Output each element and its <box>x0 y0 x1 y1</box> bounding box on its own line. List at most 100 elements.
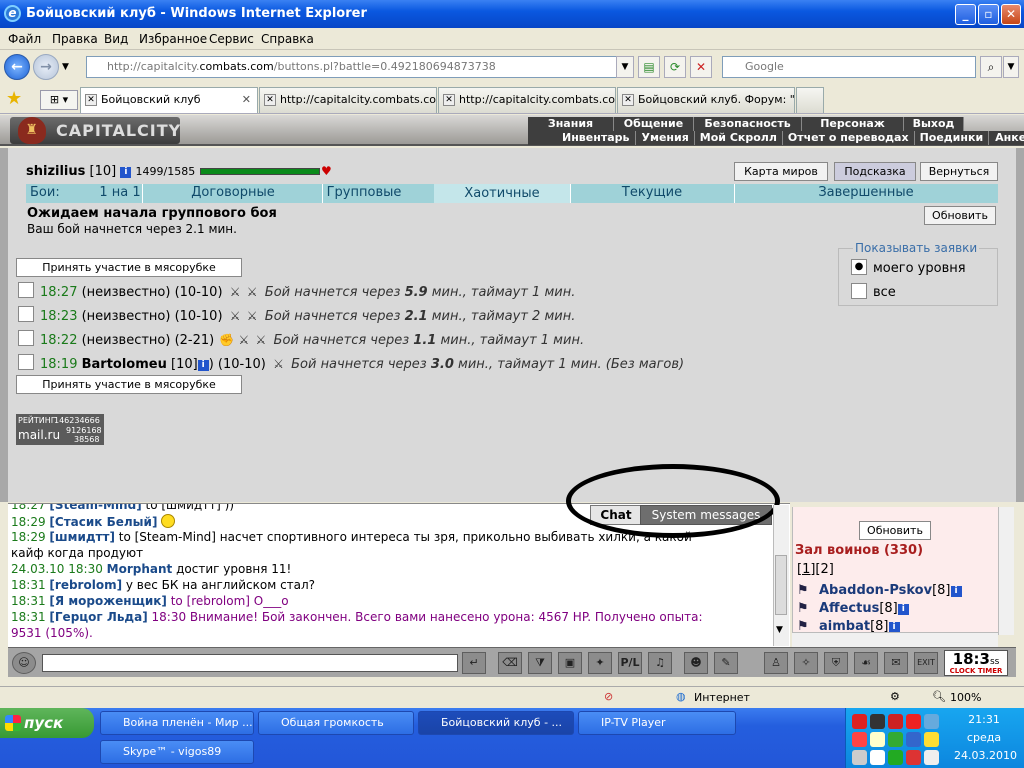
new-tab-button[interactable] <box>796 87 824 113</box>
chat-scroll-thumb[interactable] <box>775 555 787 615</box>
menu-view[interactable]: Вид <box>104 32 128 46</box>
task-fight-club[interactable]: Бойцовский клуб - ... <box>418 711 574 735</box>
zoom-icon[interactable]: 🔍︎ <box>932 690 946 703</box>
user-name[interactable]: shizilius <box>26 164 85 179</box>
tray-icon[interactable] <box>924 714 939 729</box>
nav-profile[interactable]: Анкета <box>989 131 1024 145</box>
player-row[interactable]: ⚑ Affectus[8] i <box>797 601 909 616</box>
nav-security[interactable]: Безопасность <box>694 117 802 131</box>
tray-icon[interactable] <box>888 732 903 747</box>
scroll-icon[interactable]: ✧ <box>794 652 818 674</box>
speak-icon[interactable]: ☺ <box>12 652 36 674</box>
battle-radio[interactable] <box>18 306 34 322</box>
tray-icon[interactable] <box>852 732 867 747</box>
translit-icon[interactable]: ✎ <box>714 652 738 674</box>
all-radio[interactable] <box>851 283 867 299</box>
save-icon[interactable]: ▣ <box>558 652 582 674</box>
search-icon[interactable]: ⌕ <box>980 56 1002 78</box>
player-row[interactable]: ⚑ Abaddon-Pskov[8] i <box>797 583 962 598</box>
nav-knowledge[interactable]: Знания <box>528 117 614 131</box>
tab-chaotic[interactable]: Хаотичные <box>434 184 570 203</box>
pet-icon[interactable]: ☙ <box>854 652 878 674</box>
exit-icon[interactable]: EXIT <box>914 652 938 674</box>
tray-icon[interactable] <box>870 714 885 729</box>
start-button[interactable]: пуск <box>0 708 94 738</box>
zoom-level[interactable]: 100% <box>950 691 981 704</box>
page-1[interactable]: [1] <box>797 562 815 577</box>
players-hscrollbar[interactable] <box>792 632 998 647</box>
battle-radio[interactable] <box>18 282 34 298</box>
window-titlebar[interactable]: e Бойцовский клуб - Windows Internet Exp… <box>0 0 1024 28</box>
gift-icon[interactable]: ✉ <box>884 652 908 674</box>
address-dropdown-icon[interactable]: ▼ <box>616 56 634 78</box>
task-volume[interactable]: Общая громкость <box>258 711 414 735</box>
hint-button[interactable]: Подсказка <box>834 162 916 181</box>
nav-inventory[interactable]: Инвентарь <box>528 131 637 145</box>
tab-fight-club[interactable]: ✕ Бойцовский клуб ✕ <box>80 87 258 113</box>
info-icon[interactable]: i <box>197 360 209 371</box>
protected-mode-icon[interactable]: ⚙ <box>890 690 900 703</box>
search-options-icon[interactable]: ▼ <box>1003 56 1019 78</box>
menu-favorites[interactable]: Избранное <box>139 32 207 46</box>
nav-scroll[interactable]: Мой Скролл <box>695 131 783 145</box>
armor-icon[interactable]: ♙ <box>764 652 788 674</box>
chat-message-input[interactable] <box>42 654 458 672</box>
menu-edit[interactable]: Правка <box>52 32 98 46</box>
quick-tabs-icon[interactable]: ⊞ ▾ <box>40 90 78 110</box>
clear-icon[interactable]: ⌫ <box>498 652 522 674</box>
task-skype[interactable]: Skype™ - vigos89 <box>100 740 254 764</box>
nav-fights[interactable]: Поединки <box>915 131 990 145</box>
scroll-down-icon[interactable]: ▼ <box>776 625 783 635</box>
volume-icon[interactable]: ♫ <box>648 652 672 674</box>
tray-icon[interactable] <box>906 732 921 747</box>
tray-icon[interactable] <box>906 750 921 765</box>
nav-character[interactable]: Персонаж <box>802 117 904 131</box>
tab-current[interactable]: Текущие <box>570 185 734 200</box>
world-map-button[interactable]: Карта миров <box>734 162 828 181</box>
tray-icon[interactable] <box>888 750 903 765</box>
players-scrollbar[interactable] <box>998 507 1014 635</box>
close-tab-icon[interactable]: ✕ <box>242 88 251 112</box>
maximize-button[interactable]: ▫ <box>978 4 999 25</box>
tab-finished[interactable]: Завершенные <box>734 185 998 200</box>
side-refresh-button[interactable]: Обновить <box>859 521 931 540</box>
nav-transfers[interactable]: Отчет о переводах <box>783 131 915 145</box>
nav-social[interactable]: Общение <box>614 117 694 131</box>
menu-file[interactable]: Файл <box>8 32 41 46</box>
filter-icon[interactable]: ⧩ <box>528 652 552 674</box>
refresh-icon[interactable]: ⟳ <box>664 56 686 78</box>
send-icon[interactable]: ↵ <box>462 652 486 674</box>
back-icon[interactable]: ← <box>4 54 30 80</box>
forward-icon[interactable]: → <box>33 54 59 80</box>
compat-icon[interactable]: ▤ <box>638 56 660 78</box>
volume-tray-icon[interactable] <box>870 750 885 765</box>
minimize-button[interactable]: _ <box>955 4 976 25</box>
tray-icon[interactable] <box>924 732 939 747</box>
popup-blocked-icon[interactable]: ⊘ <box>604 690 613 703</box>
fighter-icon[interactable]: ✦ <box>588 652 612 674</box>
task-war[interactable]: Война пленён - Мир ... <box>100 711 254 735</box>
refresh-button[interactable]: Обновить <box>924 206 996 225</box>
search-input[interactable]: Google <box>722 56 976 78</box>
history-dropdown-icon[interactable]: ▼ <box>62 62 69 72</box>
menu-help[interactable]: Справка <box>261 32 314 46</box>
tab-capitalcity-2[interactable]: ✕ http://capitalcity.combats.co... <box>438 87 616 113</box>
tray-icon[interactable] <box>888 714 903 729</box>
stop-icon[interactable]: ✕ <box>690 56 712 78</box>
tray-icon[interactable] <box>852 750 867 765</box>
return-button[interactable]: Вернуться <box>920 162 998 181</box>
join-button-top[interactable]: Принять участие в мясорубке <box>16 258 242 277</box>
page-2[interactable]: [2] <box>815 562 833 577</box>
tray-time[interactable]: 21:31 <box>954 713 1014 726</box>
info-icon[interactable]: i <box>120 167 132 178</box>
tab-forum[interactable]: ✕ Бойцовский клуб. Форум: "... <box>617 87 795 113</box>
tray-icon[interactable] <box>906 714 921 729</box>
nav-skills[interactable]: Умения <box>636 131 695 145</box>
menu-tools[interactable]: Сервис <box>209 32 254 46</box>
join-button-bottom[interactable]: Принять участие в мясорубке <box>16 375 242 394</box>
tab-capitalcity-1[interactable]: ✕ http://capitalcity.combats.co... <box>259 87 437 113</box>
shield-icon[interactable]: ⛨ <box>824 652 848 674</box>
pl-icon[interactable]: P/L <box>618 652 642 674</box>
info-icon[interactable]: i <box>897 604 909 615</box>
tray-icon[interactable] <box>924 750 939 765</box>
